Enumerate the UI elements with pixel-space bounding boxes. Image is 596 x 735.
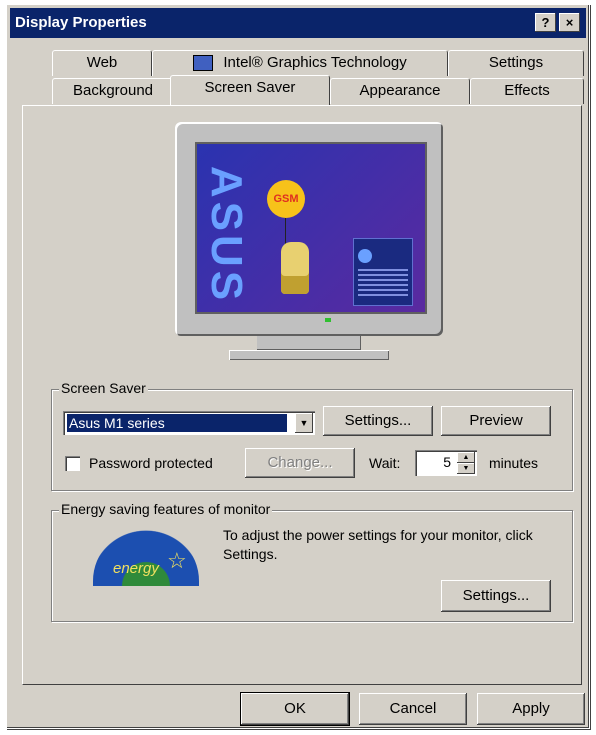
password-label[interactable]: Password protected <box>89 455 213 471</box>
tab-appearance[interactable]: Appearance <box>330 78 470 104</box>
monitor-neck <box>257 336 361 350</box>
balloon-label: GSM <box>273 193 299 205</box>
card-text-lines <box>358 269 408 299</box>
mascot-icon <box>281 242 309 294</box>
tab-label: Settings <box>488 54 544 71</box>
button-label: Apply <box>512 700 550 717</box>
spin-down-button[interactable]: ▼ <box>457 463 475 474</box>
screen-saver-select[interactable]: Asus M1 series ▼ <box>63 411 315 435</box>
tab-label: Intel® Graphics Technology <box>223 54 407 71</box>
button-label: Preview <box>469 412 523 429</box>
chevron-up-icon: ▲ <box>462 454 470 461</box>
spin-up-button[interactable]: ▲ <box>457 452 475 463</box>
tab-settings[interactable]: Settings <box>448 50 584 76</box>
title-bar[interactable]: Display Properties ? × <box>10 8 586 38</box>
button-label: Settings... <box>462 587 530 604</box>
selected-option: Asus M1 series <box>67 414 287 432</box>
preview-screen: ASUS GSM <box>195 142 427 314</box>
tab-effects[interactable]: Effects <box>470 78 584 104</box>
wait-units: minutes <box>489 455 539 471</box>
energy-description: To adjust the power settings for your mo… <box>223 527 533 562</box>
password-checkbox[interactable] <box>65 456 80 471</box>
wait-label: Wait: <box>369 455 401 471</box>
energy-group-label: Energy saving features of monitor <box>59 501 273 517</box>
tab-label: Appearance <box>359 82 441 99</box>
monitor-base <box>229 350 389 360</box>
button-label: Change... <box>267 454 333 471</box>
monitor-preview: ASUS GSM <box>175 122 443 336</box>
apply-button[interactable]: Apply <box>477 693 585 725</box>
monitor-led <box>325 318 331 322</box>
button-label: Cancel <box>389 700 437 717</box>
tab-label: Web <box>86 54 118 71</box>
star-icon: ☆ <box>167 548 187 573</box>
tab-intel-graphics[interactable]: Intel® Graphics Technology <box>152 50 448 76</box>
energy-settings-button[interactable]: Settings... <box>441 580 551 612</box>
display-properties-window: Display Properties ? × Web Intel® Graphi… <box>6 4 590 729</box>
close-button[interactable]: × <box>559 13 580 32</box>
change-password-button[interactable]: Change... <box>245 448 355 478</box>
chevron-down-icon: ▼ <box>462 465 470 472</box>
screen-saver-settings-button[interactable]: Settings... <box>323 406 433 436</box>
wait-spinbox[interactable]: 5 ▲ ▼ <box>415 450 477 476</box>
wait-value: 5 <box>443 454 451 470</box>
tab-label: Effects <box>504 82 550 99</box>
window-title: Display Properties <box>15 14 147 31</box>
tab-label: Screen Saver <box>204 79 296 96</box>
card-disc <box>358 249 372 263</box>
button-label: OK <box>284 700 306 717</box>
screen-saver-group-label: Screen Saver <box>59 380 148 396</box>
preview-button[interactable]: Preview <box>441 406 551 436</box>
energy-logo-text: energy <box>113 560 159 577</box>
chevron-down-icon: ▼ <box>299 418 309 428</box>
balloon-icon: GSM <box>267 180 305 218</box>
tab-background[interactable]: Background <box>52 78 174 104</box>
tab-web[interactable]: Web <box>52 50 152 76</box>
tab-screen-saver[interactable]: Screen Saver <box>170 75 330 105</box>
ok-button[interactable]: OK <box>240 692 350 726</box>
tab-label: Background <box>72 82 154 99</box>
screen-saver-panel: ASUS GSM Screen Saver Asus M1 series ▼ S… <box>22 105 582 685</box>
button-label: Settings... <box>344 412 412 429</box>
asus-logo: ASUS <box>202 165 252 305</box>
dropdown-arrow-button[interactable]: ▼ <box>295 413 313 433</box>
info-card <box>353 238 413 306</box>
monitor-icon <box>193 55 214 72</box>
cancel-button[interactable]: Cancel <box>359 693 467 725</box>
help-button[interactable]: ? <box>535 13 556 32</box>
